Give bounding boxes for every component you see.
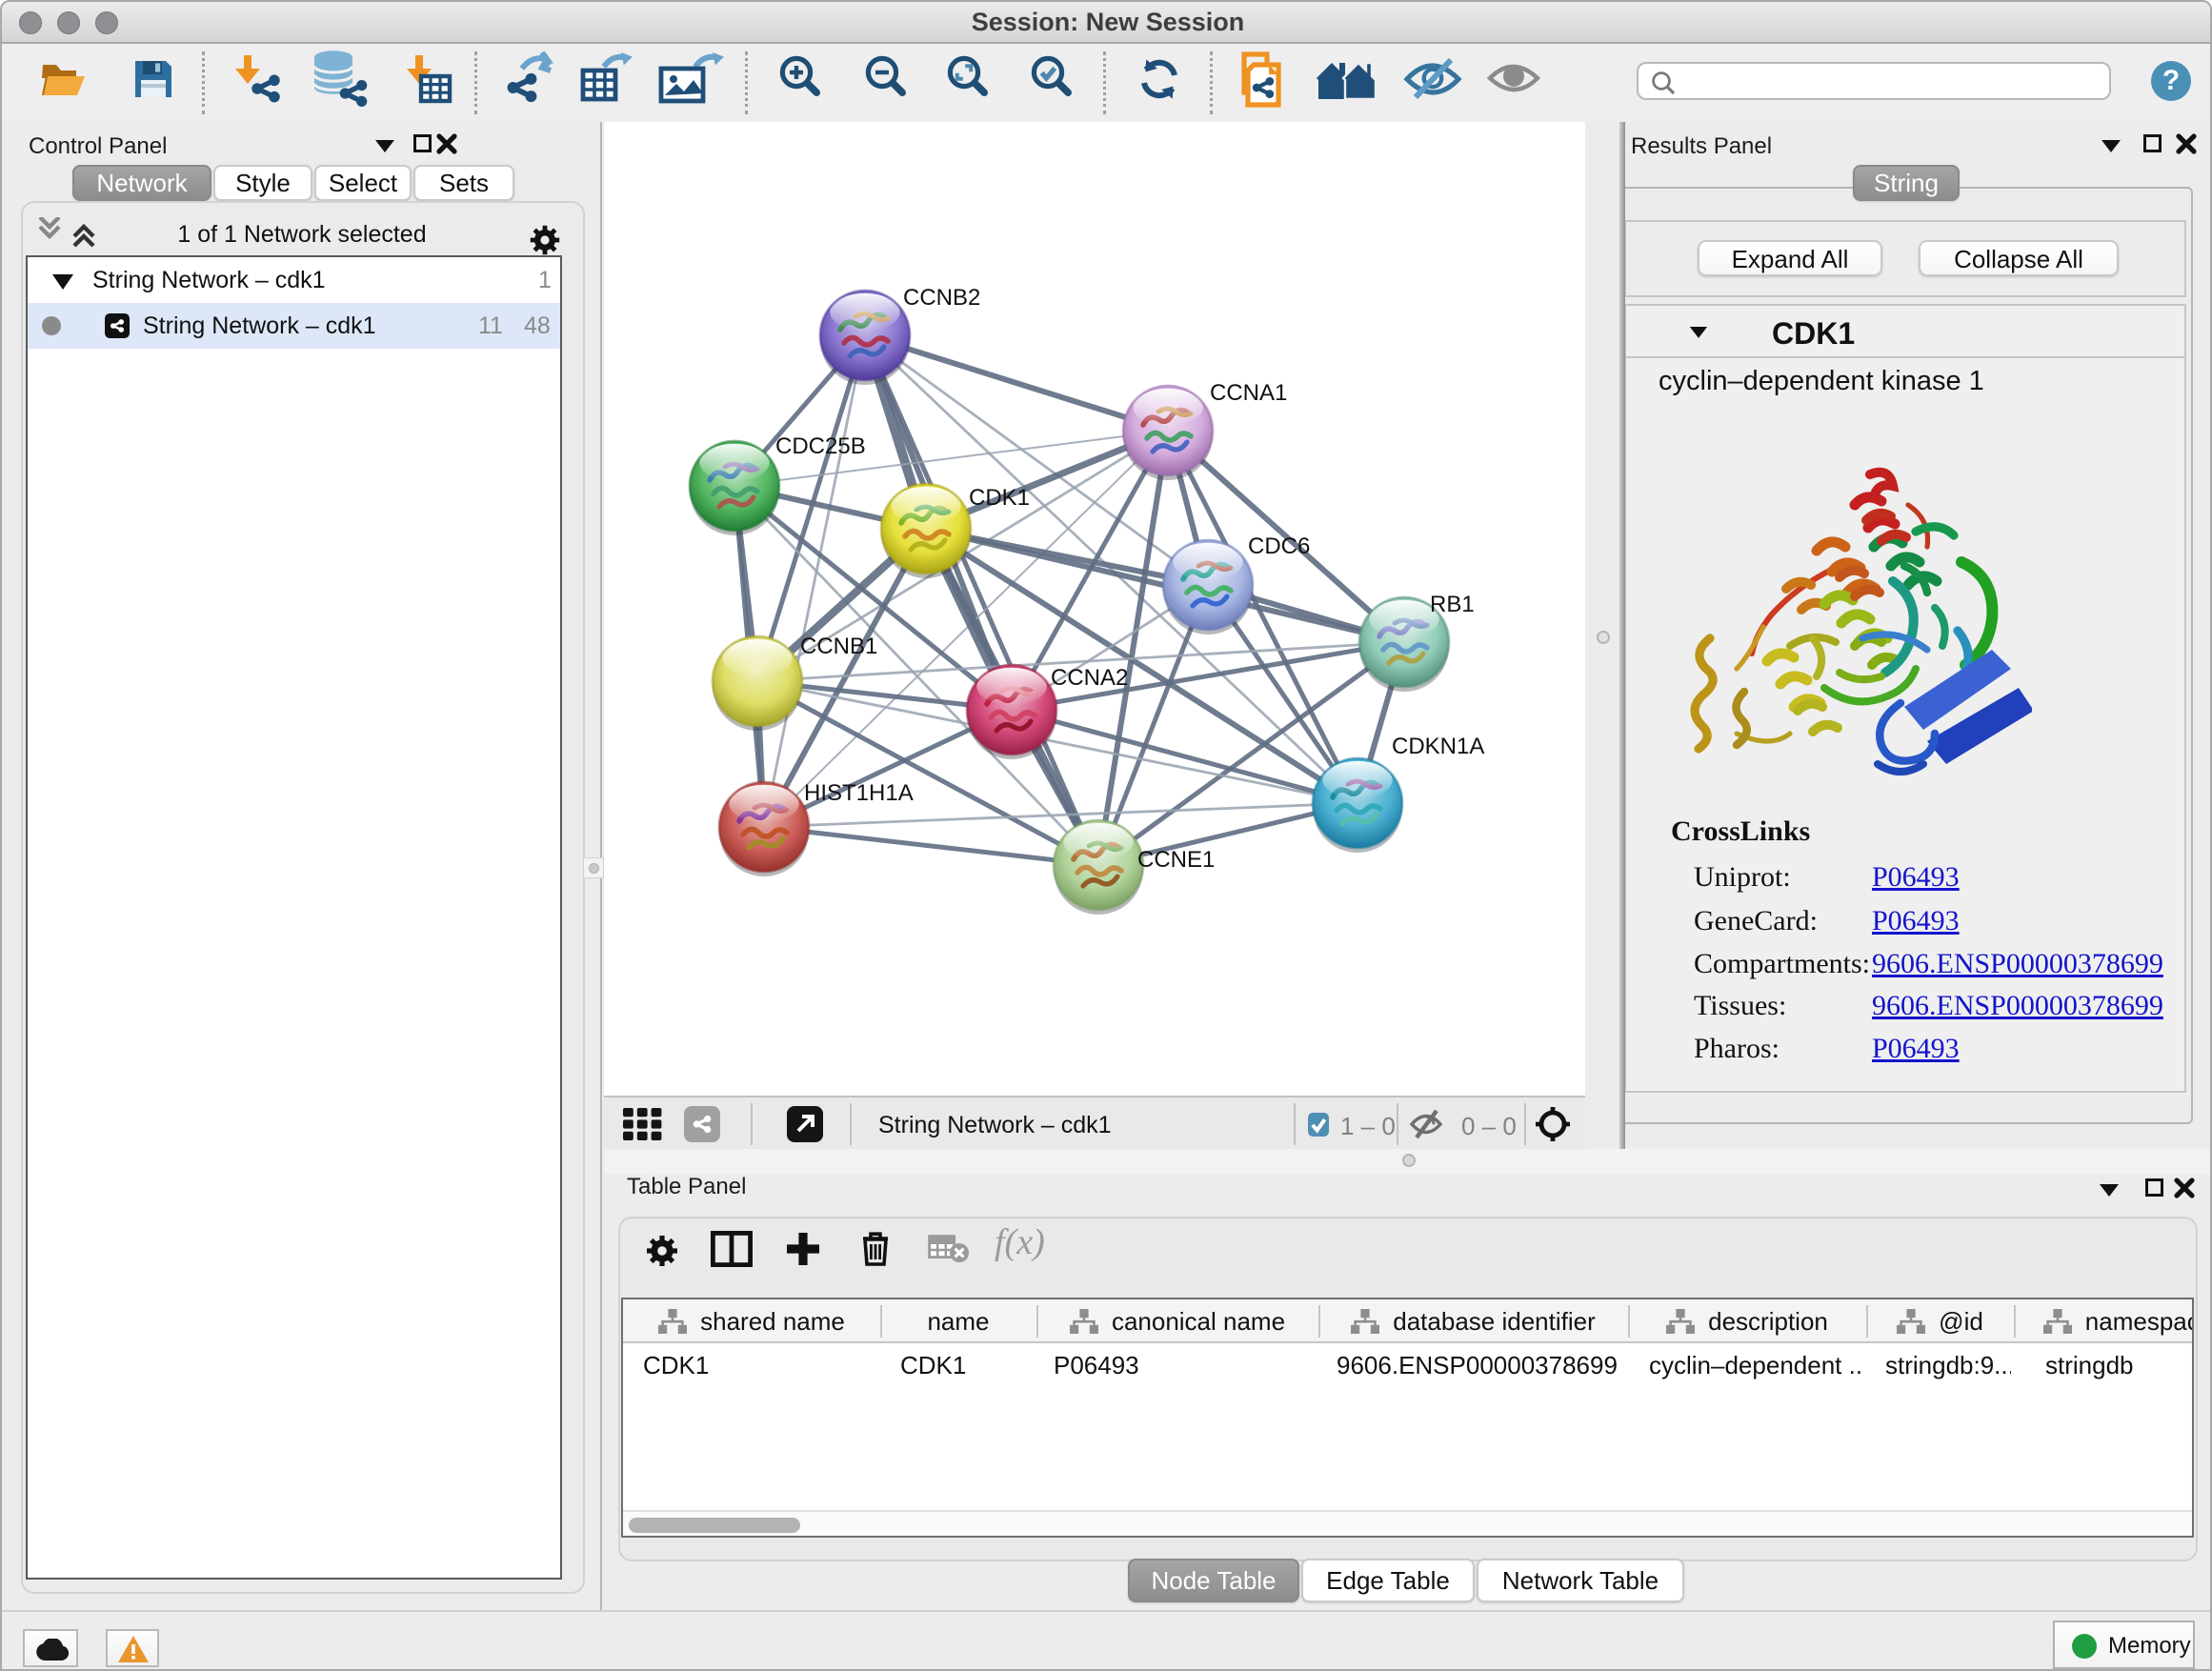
svg-text:CDC6: CDC6 <box>1248 534 1310 559</box>
svg-text:CDC25B: CDC25B <box>775 433 866 459</box>
svg-text:CDKN1A: CDKN1A <box>1392 734 1484 759</box>
svg-text:CCNB1: CCNB1 <box>800 634 877 659</box>
svg-text:CDK1: CDK1 <box>969 485 1030 511</box>
svg-text:CCNA2: CCNA2 <box>1051 665 1128 691</box>
svg-text:RB1: RB1 <box>1430 592 1475 617</box>
svg-text:CCNA1: CCNA1 <box>1210 380 1287 406</box>
svg-text:CCNB2: CCNB2 <box>903 285 980 311</box>
svg-text:CCNE1: CCNE1 <box>1137 847 1215 873</box>
svg-text:HIST1H1A: HIST1H1A <box>804 780 914 806</box>
